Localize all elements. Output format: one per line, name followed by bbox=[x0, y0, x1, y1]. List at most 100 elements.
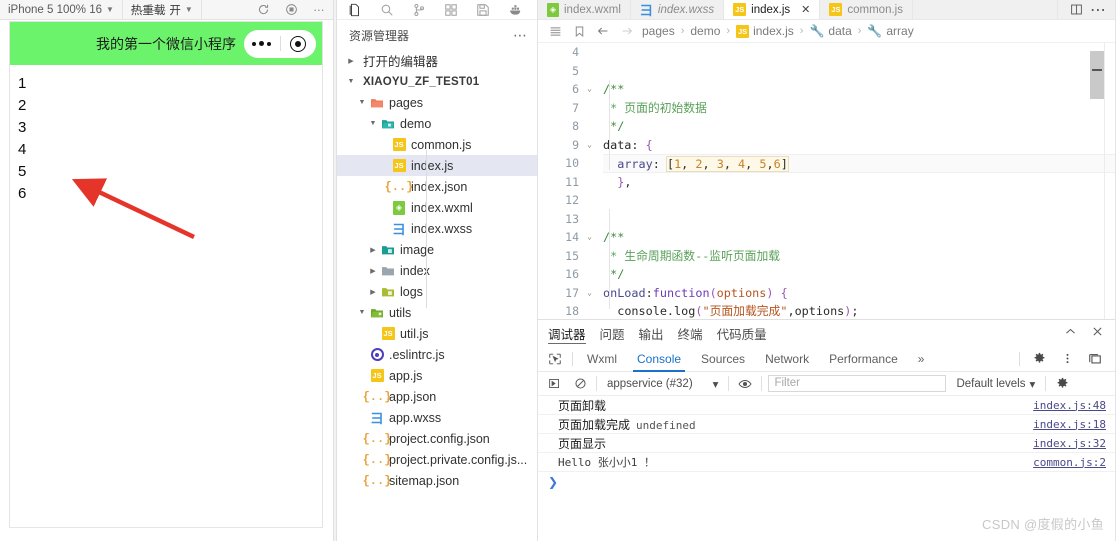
outline-icon[interactable] bbox=[546, 22, 564, 40]
tree-item-utils[interactable]: ▼ utils bbox=[337, 302, 538, 323]
tab-index-wxml[interactable]: ◈ index.wxml bbox=[538, 0, 631, 19]
tree-item-demo[interactable]: ▼ demo bbox=[337, 113, 538, 134]
simulator-pane: iPhone 5 100% 16 ▼ 热重载 开 ▼ ⋯ 我的第一个微信小程序 … bbox=[0, 0, 333, 541]
tab-index-wxss[interactable]: 彐 index.wxss bbox=[630, 0, 725, 19]
capsule-button[interactable] bbox=[244, 29, 317, 58]
tree-item-app-wxss[interactable]: ▶ 彐 app.wxss bbox=[337, 407, 538, 428]
devtools-tab-sources[interactable]: Sources bbox=[691, 346, 755, 372]
tree-item-eslintrc[interactable]: ▶ .eslintrc.js bbox=[337, 344, 538, 365]
console-row[interactable]: 页面显示 index.js:32 bbox=[538, 434, 1116, 453]
chevron-up-icon[interactable] bbox=[1064, 325, 1077, 341]
eslint-file-icon bbox=[368, 348, 386, 361]
tree-item-app-js[interactable]: ▶ JS app.js bbox=[337, 365, 538, 386]
more-icon[interactable]: ⋯ bbox=[513, 27, 528, 44]
docker-icon[interactable] bbox=[499, 0, 531, 20]
refresh-icon[interactable] bbox=[249, 0, 277, 20]
breadcrumb-array[interactable]: 🔧 array bbox=[867, 24, 913, 38]
kebab-menu-icon[interactable] bbox=[1054, 346, 1080, 372]
wxss-file-icon: 彐 bbox=[392, 222, 406, 237]
live-expression-icon[interactable] bbox=[735, 374, 755, 394]
capsule-more-icon[interactable] bbox=[244, 41, 280, 46]
more-icon[interactable]: ⋯ bbox=[305, 0, 333, 20]
arrow-right-icon[interactable] bbox=[618, 22, 636, 40]
capsule-target-icon[interactable] bbox=[281, 35, 317, 52]
gutter-row: 4 bbox=[538, 43, 600, 62]
tree-open-editors[interactable]: ▶ 打开的编辑器 bbox=[337, 50, 538, 71]
breadcrumb-data[interactable]: 🔧 data bbox=[809, 24, 851, 38]
arrow-left-icon[interactable] bbox=[594, 22, 612, 40]
wrench-icon: 🔧 bbox=[867, 24, 883, 38]
tree-item-index-json[interactable]: ▶ {..} index.json bbox=[337, 176, 538, 197]
breadcrumb-pages[interactable]: pages bbox=[642, 24, 675, 38]
fold-toggle[interactable]: ⌄ bbox=[585, 80, 594, 99]
execute-icon[interactable] bbox=[544, 374, 564, 394]
tree-item-index-wxml[interactable]: ▶ ◈ index.wxml bbox=[337, 197, 538, 218]
device-selector[interactable]: iPhone 5 100% 16 ▼ bbox=[0, 0, 123, 20]
gutter-row: 18 bbox=[538, 302, 600, 319]
tree-item-image[interactable]: ▶ image bbox=[337, 239, 538, 260]
panel-tab-debugger[interactable]: 调试器 bbox=[548, 320, 586, 346]
tree-item-project-config[interactable]: ▶ {..} project.config.json bbox=[337, 428, 538, 449]
code-editor[interactable]: 4 5 6 ⌄ 7 8 9 ⌄ 10 11 12 13 14 ⌄ 15 16 17 ⌄ … bbox=[538, 43, 1116, 319]
console-row[interactable]: 页面卸载 index.js:48 bbox=[538, 396, 1116, 415]
fold-toggle[interactable]: ⌄ bbox=[585, 284, 594, 303]
inspect-element-icon[interactable] bbox=[542, 346, 568, 372]
bookmark-icon[interactable] bbox=[570, 22, 588, 40]
tree-project-root[interactable]: ▼ XIAOYU_ZF_TEST01 bbox=[337, 71, 538, 92]
tree-item-project-private-config[interactable]: ▶ {..} project.private.config.js... bbox=[337, 449, 538, 470]
close-icon[interactable] bbox=[1091, 325, 1104, 341]
console-row[interactable]: Hello 张小小1 ！ common.js:2 bbox=[538, 453, 1116, 472]
scrollbar-thumb[interactable] bbox=[1090, 51, 1104, 99]
split-editor-icon[interactable] bbox=[1066, 0, 1086, 20]
tree-item-app-json[interactable]: ▶ {..} app.json bbox=[337, 386, 538, 407]
tree-item-util-js[interactable]: ▶ JS util.js bbox=[337, 323, 538, 344]
tree-item-pages[interactable]: ▼ pages bbox=[337, 92, 538, 113]
tree-item-index-wxss[interactable]: ▶ 彐 index.wxss bbox=[337, 218, 538, 239]
console-source-link[interactable]: index.js:48 bbox=[1033, 399, 1106, 412]
panel-tab-code-quality[interactable]: 代码质量 bbox=[717, 320, 767, 346]
devtools-tab-network[interactable]: Network bbox=[755, 346, 819, 372]
console-filter-input[interactable]: Filter bbox=[768, 375, 947, 392]
editor-scrollbar[interactable] bbox=[1090, 43, 1104, 319]
close-icon[interactable]: ✕ bbox=[801, 3, 810, 16]
tree-item-index-folder[interactable]: ▶ index bbox=[337, 260, 538, 281]
dock-side-icon[interactable] bbox=[1082, 346, 1108, 372]
clear-console-icon[interactable] bbox=[570, 374, 590, 394]
console-source-link[interactable]: common.js:2 bbox=[1033, 456, 1106, 469]
breadcrumb-index-js[interactable]: JS index.js bbox=[736, 24, 794, 38]
search-icon[interactable] bbox=[371, 0, 403, 20]
panel-tab-terminal[interactable]: 终端 bbox=[678, 320, 703, 346]
gear-icon[interactable] bbox=[1052, 374, 1072, 394]
console-source-link[interactable]: index.js:32 bbox=[1033, 437, 1106, 450]
tree-item-sitemap-json[interactable]: ▶ {..} sitemap.json bbox=[337, 470, 538, 491]
devtools-tab-wxml[interactable]: Wxml bbox=[577, 346, 627, 372]
devtools-tabs-overflow[interactable]: » bbox=[908, 346, 935, 372]
source-control-icon[interactable] bbox=[403, 0, 435, 20]
console-row[interactable]: 页面加载完成 undefined index.js:18 bbox=[538, 415, 1116, 434]
tree-item-logs[interactable]: ▶ logs bbox=[337, 281, 538, 302]
code-lines[interactable]: /** * 页面的初始数据 */ data: { array: [1, 2, 3… bbox=[600, 43, 1116, 319]
hot-reload-selector[interactable]: 热重载 开 ▼ bbox=[123, 0, 202, 20]
fold-toggle[interactable]: ⌄ bbox=[585, 228, 594, 247]
record-icon[interactable] bbox=[277, 0, 305, 20]
panel-tab-problems[interactable]: 问题 bbox=[600, 320, 625, 346]
tree-item-common-js[interactable]: ▶ JS common.js bbox=[337, 134, 538, 155]
console-source-link[interactable]: index.js:18 bbox=[1033, 418, 1106, 431]
console-prompt[interactable]: ❯ bbox=[538, 472, 1116, 491]
panel-tab-output[interactable]: 输出 bbox=[639, 320, 664, 346]
tree-item-index-js[interactable]: ▶ JS index.js bbox=[337, 155, 538, 176]
breadcrumb-demo[interactable]: demo bbox=[690, 24, 720, 38]
console-context-selector[interactable]: appservice (#32) ▾ bbox=[603, 377, 722, 391]
tab-common-js[interactable]: JS common.js bbox=[820, 0, 913, 19]
extensions-icon[interactable] bbox=[435, 0, 467, 20]
tab-index-js[interactable]: JS index.js ✕ bbox=[724, 0, 821, 19]
gear-icon[interactable] bbox=[1026, 346, 1052, 372]
console-levels-selector[interactable]: Default levels ▾ bbox=[952, 377, 1039, 391]
explorer-icon[interactable] bbox=[339, 0, 371, 20]
devtools-tab-performance[interactable]: Performance bbox=[819, 346, 908, 372]
devtools-tab-console[interactable]: Console bbox=[627, 346, 691, 372]
fold-toggle[interactable]: ⌄ bbox=[585, 136, 594, 155]
code-line: */ bbox=[603, 117, 1116, 136]
more-actions-icon[interactable]: ⋯ bbox=[1088, 0, 1108, 20]
save-all-icon[interactable] bbox=[467, 0, 499, 20]
